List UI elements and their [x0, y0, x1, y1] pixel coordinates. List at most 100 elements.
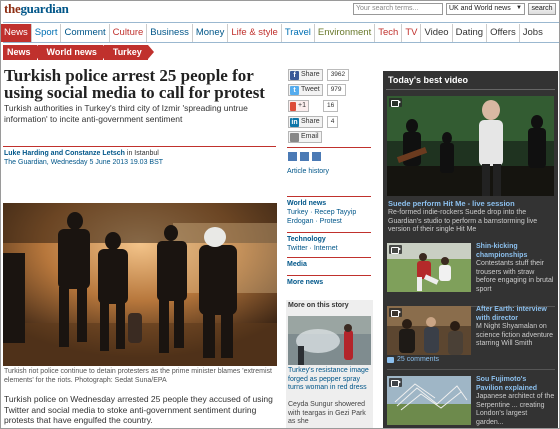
related-media: Media: [287, 257, 371, 269]
related-links[interactable]: Turkey · Recep Tayyip Erdogan · Protest: [287, 208, 371, 226]
nav-item-dating[interactable]: Dating: [453, 24, 488, 42]
facebook-share-count: 3962: [326, 69, 350, 81]
nav-top-rule: [3, 22, 559, 23]
nav-item-video[interactable]: Video: [421, 24, 453, 42]
breadcrumb: News World news Turkey: [3, 45, 154, 60]
article-photo[interactable]: [3, 203, 277, 366]
related-head[interactable]: More news: [287, 278, 371, 287]
related-head[interactable]: Technology: [287, 235, 371, 244]
twitter-share: t Tweet 979: [288, 84, 346, 96]
video-camera-icon: [389, 245, 402, 254]
video-item-thumbnail[interactable]: [387, 243, 471, 292]
breadcrumb-turkey[interactable]: Turkey: [103, 45, 154, 60]
tweet-count: 979: [326, 84, 346, 96]
byline-authors[interactable]: Luke Harding and Constanze Letsch: [4, 150, 125, 157]
breadcrumb-news[interactable]: News: [3, 45, 42, 60]
video-item-headline[interactable]: Shin-kicking championships: [476, 243, 555, 260]
video-item-description: Contestants stuff their trousers with st…: [476, 260, 554, 293]
related-world-news: World news Turkey · Recep Tayyip Erdogan…: [287, 196, 371, 226]
linkedin-share-button[interactable]: in Share: [288, 116, 323, 128]
video-item-headline[interactable]: Sou Fujimoto's Pavilion explained: [476, 376, 555, 393]
nav-item-tech[interactable]: Tech: [375, 24, 403, 42]
related-technology: Technology Twitter · Internet: [287, 232, 371, 253]
video-item-text: Sou Fujimoto's Pavilion explained Japane…: [476, 376, 555, 427]
main-video-thumbnail[interactable]: [387, 96, 554, 196]
video-item-text: After Earth: interview with director M N…: [476, 306, 555, 349]
print-icon[interactable]: [288, 152, 297, 161]
video-item: Shin-kicking championships Contestants s…: [387, 243, 555, 307]
more-on-story-headline[interactable]: Turkey's resistance image forged as pepp…: [288, 367, 371, 393]
related-head[interactable]: World news: [287, 199, 371, 208]
email-share: Email: [288, 131, 322, 143]
gplus-button[interactable]: +1: [288, 100, 309, 112]
main-nav: News Sport Comment Culture Business Mone…: [1, 24, 559, 42]
nav-item-comment[interactable]: Comment: [61, 24, 110, 42]
linkedin-share-label: Share: [301, 118, 320, 125]
email-label: Email: [301, 133, 319, 140]
facebook-share-label: Share: [301, 71, 320, 78]
best-video-rule: [386, 89, 555, 90]
photo-caption: Turkish riot police continue to detain p…: [4, 368, 272, 384]
logo-name: guardian: [20, 1, 69, 16]
byline-rule: [3, 146, 276, 147]
article-history-link[interactable]: Article history: [287, 168, 329, 175]
search-input[interactable]: Your search terms...: [353, 3, 443, 15]
nav-item-offers[interactable]: Offers: [487, 24, 520, 42]
related-links[interactable]: Twitter · Internet: [287, 244, 371, 253]
more-on-story-panel: More on this story Turkey's resistance i…: [286, 300, 373, 428]
nav-item-business[interactable]: Business: [147, 24, 193, 42]
photo-illustration: [3, 203, 277, 366]
byline-location: in Istanbul: [124, 150, 159, 157]
facebook-share-button[interactable]: f Share: [288, 69, 323, 81]
byline: Luke Harding and Constanze Letsch in Ist…: [4, 149, 279, 167]
article-headline: Turkish police arrest 25 people for usin…: [4, 66, 265, 102]
video-item-thumbnail[interactable]: [387, 306, 471, 355]
gplus-label: +1: [298, 102, 306, 109]
speech-bubble-icon: [387, 356, 394, 363]
tweet-button[interactable]: t Tweet: [288, 84, 323, 96]
share-icon[interactable]: [300, 152, 309, 161]
nav-item-sport[interactable]: Sport: [32, 24, 62, 42]
twitter-icon: t: [290, 85, 299, 95]
nav-item-jobs[interactable]: Jobs: [520, 24, 546, 42]
linkedin-share-count: 4: [326, 116, 339, 128]
video-comments-link[interactable]: 25 comments: [387, 356, 439, 363]
video-item-text: Shin-kicking championships Contestants s…: [476, 243, 555, 294]
video-item-thumbnail[interactable]: [387, 376, 471, 425]
nav-item-environment[interactable]: Environment: [315, 24, 376, 42]
linkedin-share: in Share 4: [288, 116, 339, 128]
video-item-description: Japanese architect of the Serpentine ...…: [476, 393, 555, 426]
search-button[interactable]: search: [528, 3, 556, 15]
video-item: Sou Fujimoto's Pavilion explained Japane…: [387, 376, 555, 428]
email-button[interactable]: Email: [288, 131, 322, 143]
related-rule: [287, 257, 371, 258]
search-scope-select[interactable]: UK and World news ▼: [446, 3, 525, 15]
nav-item-news[interactable]: News: [1, 24, 32, 42]
related-more-news: More news: [287, 275, 371, 287]
related-head[interactable]: Media: [287, 260, 371, 269]
best-video-panel: Today's best video Suede perform Hit Me …: [383, 71, 558, 428]
nav-item-money[interactable]: Money: [193, 24, 229, 42]
related-rule: [287, 275, 371, 276]
thumbnail-illustration: [288, 316, 371, 365]
facebook-share: f Share 3962: [288, 69, 350, 81]
linkedin-icon: in: [290, 117, 299, 127]
more-on-story-body: Ceyda Sungur showered with teargas in Ge…: [288, 401, 366, 425]
envelope-icon: [290, 132, 299, 142]
video-item-headline[interactable]: After Earth: interview with director: [476, 306, 555, 323]
video-item-divider: [387, 369, 555, 370]
zoom-icon[interactable]: [312, 152, 321, 161]
nav-item-culture[interactable]: Culture: [110, 24, 148, 42]
nav-item-life-style[interactable]: Life & style: [228, 24, 282, 42]
more-on-story-thumbnail[interactable]: [288, 316, 371, 365]
guardian-logo[interactable]: theguardian: [4, 2, 69, 16]
related-rule: [287, 232, 371, 233]
nav-item-travel[interactable]: Travel: [282, 24, 315, 42]
main-video-headline[interactable]: Suede perform Hit Me - live session: [388, 199, 515, 208]
video-camera-icon: [389, 378, 402, 387]
article-tools: [288, 152, 324, 161]
breadcrumb-world-news[interactable]: World news: [37, 45, 110, 60]
video-comments-count: 25 comments: [397, 356, 440, 363]
gplus-icon: [290, 101, 296, 111]
nav-item-tv[interactable]: TV: [402, 24, 422, 42]
